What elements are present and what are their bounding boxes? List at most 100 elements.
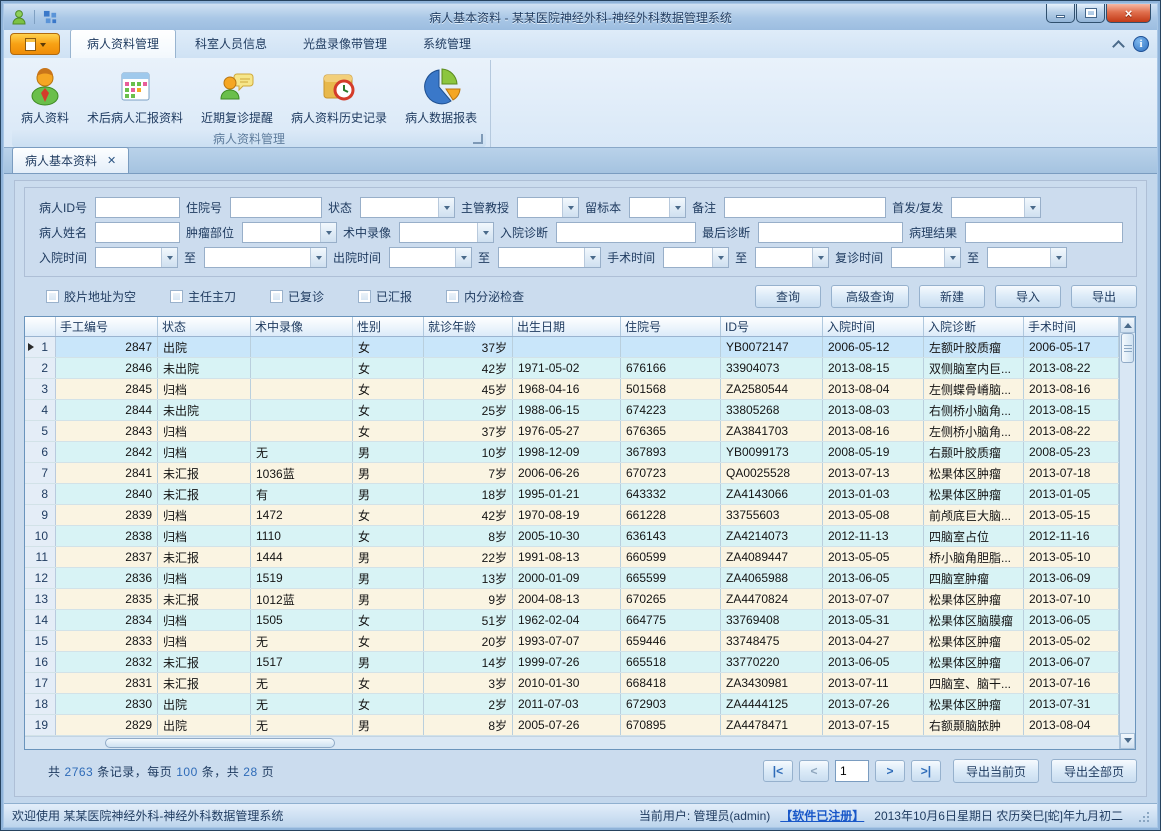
filter-combobox[interactable] [987,247,1067,268]
query-button[interactable]: 查询 [755,285,821,308]
filter-input[interactable] [758,222,903,243]
combobox-dropdown-button[interactable] [161,248,177,267]
horizontal-scrollbar[interactable] [25,736,1119,749]
column-header[interactable]: 状态 [158,317,251,336]
filter-combobox[interactable] [242,222,337,243]
minimize-button[interactable] [1046,4,1075,23]
ribbon-tab-4[interactable]: 系统管理 [406,29,488,58]
ribbon-tab-3[interactable]: 光盘录像带管理 [286,29,404,58]
combobox-dropdown-button[interactable] [1024,198,1040,217]
combobox-field[interactable] [756,248,812,267]
combobox-field[interactable] [988,248,1050,267]
filter-combobox[interactable] [517,197,579,218]
column-header[interactable]: 术中录像 [251,317,353,336]
filter-combobox[interactable] [360,197,455,218]
combobox-dropdown-button[interactable] [320,223,336,242]
collapse-ribbon-icon[interactable] [1112,40,1125,53]
filter-combobox[interactable] [389,247,472,268]
title-bar[interactable]: 病人基本资料 - 某某医院神经外科-神经外科数据管理系统 × [4,4,1157,30]
combobox-dropdown-button[interactable] [455,248,471,267]
next-page-button[interactable]: > [875,760,905,782]
dialog-launcher-icon[interactable] [473,134,483,144]
combobox-dropdown-button[interactable] [310,248,326,267]
combobox-field[interactable] [664,248,712,267]
first-page-button[interactable]: |< [763,760,793,782]
table-row[interactable]: 162832未汇报1517男14岁1999-07-266655183377022… [25,652,1119,673]
checkbox-box[interactable] [358,290,371,303]
filter-input[interactable] [724,197,886,218]
layout-grid-icon[interactable] [41,8,59,26]
ribbon-button-1[interactable]: 病人资料 [12,60,78,129]
table-row[interactable]: 192829出院无男8岁2005-07-26670895ZA4478471201… [25,715,1119,736]
filter-combobox[interactable] [951,197,1041,218]
checkbox-2[interactable]: 主任主刀 [170,288,236,305]
table-row[interactable]: 32845归档女45岁1968-04-16501568ZA25805442013… [25,379,1119,400]
vertical-scrollbar-track[interactable] [1120,333,1135,733]
column-header[interactable]: 入院时间 [823,317,924,336]
column-header[interactable]: 住院号 [621,317,721,336]
ribbon-tab-2[interactable]: 科室人员信息 [178,29,284,58]
scroll-down-button[interactable] [1120,733,1135,749]
combobox-field[interactable] [499,248,584,267]
combobox-dropdown-button[interactable] [477,223,493,242]
checkbox-box[interactable] [170,290,183,303]
column-header[interactable]: 入院诊断 [924,317,1024,336]
combobox-dropdown-button[interactable] [584,248,600,267]
table-row[interactable]: 72841未汇报1036蓝男7岁2006-06-26670723QA002552… [25,463,1119,484]
filter-input[interactable] [95,222,180,243]
maximize-button[interactable] [1076,4,1105,23]
table-row[interactable]: 152833归档无女20岁1993-07-0765944633748475201… [25,631,1119,652]
table-row[interactable]: 112837未汇报1444男22岁1991-08-13660599ZA40894… [25,547,1119,568]
filter-combobox[interactable] [95,247,178,268]
table-row[interactable]: 92839归档1472女42岁1970-08-19661228337556032… [25,505,1119,526]
filter-input[interactable] [95,197,180,218]
combobox-dropdown-button[interactable] [669,198,685,217]
combobox-dropdown-button[interactable] [944,248,960,267]
table-row[interactable]: 182830出院无女2岁2011-07-03672903ZA4444125201… [25,694,1119,715]
table-row[interactable]: 142834归档1505女51岁1962-02-0466477533769408… [25,610,1119,631]
table-row[interactable]: 42844未出院女25岁1988-06-15674223338052682013… [25,400,1119,421]
last-page-button[interactable]: >| [911,760,941,782]
table-row[interactable]: 52843归档女37岁1976-05-27676365ZA38417032013… [25,421,1119,442]
page-number-input[interactable] [835,760,869,782]
ribbon-button-3[interactable]: 近期复诊提醒 [192,60,282,129]
horizontal-scrollbar-thumb[interactable] [105,738,335,748]
combobox-field[interactable] [892,248,944,267]
combobox-field[interactable] [361,198,438,217]
combobox-field[interactable] [630,198,669,217]
export-button[interactable]: 导出 [1071,285,1137,308]
resize-grip-icon[interactable] [1137,810,1149,822]
combobox-field[interactable] [952,198,1024,217]
close-tab-icon[interactable]: ✕ [107,154,116,167]
combobox-dropdown-button[interactable] [562,198,578,217]
column-header[interactable]: 性别 [353,317,424,336]
column-header[interactable]: 就诊年龄 [424,317,513,336]
tab-patient-basic-data[interactable]: 病人基本资料 ✕ [12,147,129,173]
prev-page-button[interactable]: < [799,760,829,782]
checkbox-box[interactable] [446,290,459,303]
advanced-query-button[interactable]: 高级查询 [831,285,909,308]
checkbox-5[interactable]: 内分泌检查 [446,288,524,305]
filter-combobox[interactable] [663,247,729,268]
checkbox-1[interactable]: 胶片地址为空 [46,288,136,305]
info-icon[interactable]: i [1133,36,1149,52]
combobox-dropdown-button[interactable] [1050,248,1066,267]
license-registered-link[interactable]: 【软件已注册】 [780,807,864,824]
combobox-field[interactable] [390,248,455,267]
filter-combobox[interactable] [498,247,601,268]
checkbox-4[interactable]: 已汇报 [358,288,412,305]
close-button[interactable]: × [1106,4,1151,23]
combobox-field[interactable] [205,248,310,267]
column-header[interactable]: 手术时间 [1024,317,1119,336]
combobox-field[interactable] [243,223,320,242]
table-row[interactable]: 122836归档1519男13岁2000-01-09665599ZA406598… [25,568,1119,589]
filter-combobox[interactable] [204,247,327,268]
new-button[interactable]: 新建 [919,285,985,308]
table-row[interactable]: 82840未汇报有男18岁1995-01-21643332ZA414306620… [25,484,1119,505]
combobox-dropdown-button[interactable] [438,198,454,217]
vertical-scrollbar-thumb[interactable] [1121,333,1134,363]
ribbon-button-2[interactable]: 术后病人汇报资料 [78,60,192,129]
filter-combobox[interactable] [399,222,494,243]
checkbox-box[interactable] [46,290,59,303]
column-header[interactable]: ID号 [721,317,823,336]
